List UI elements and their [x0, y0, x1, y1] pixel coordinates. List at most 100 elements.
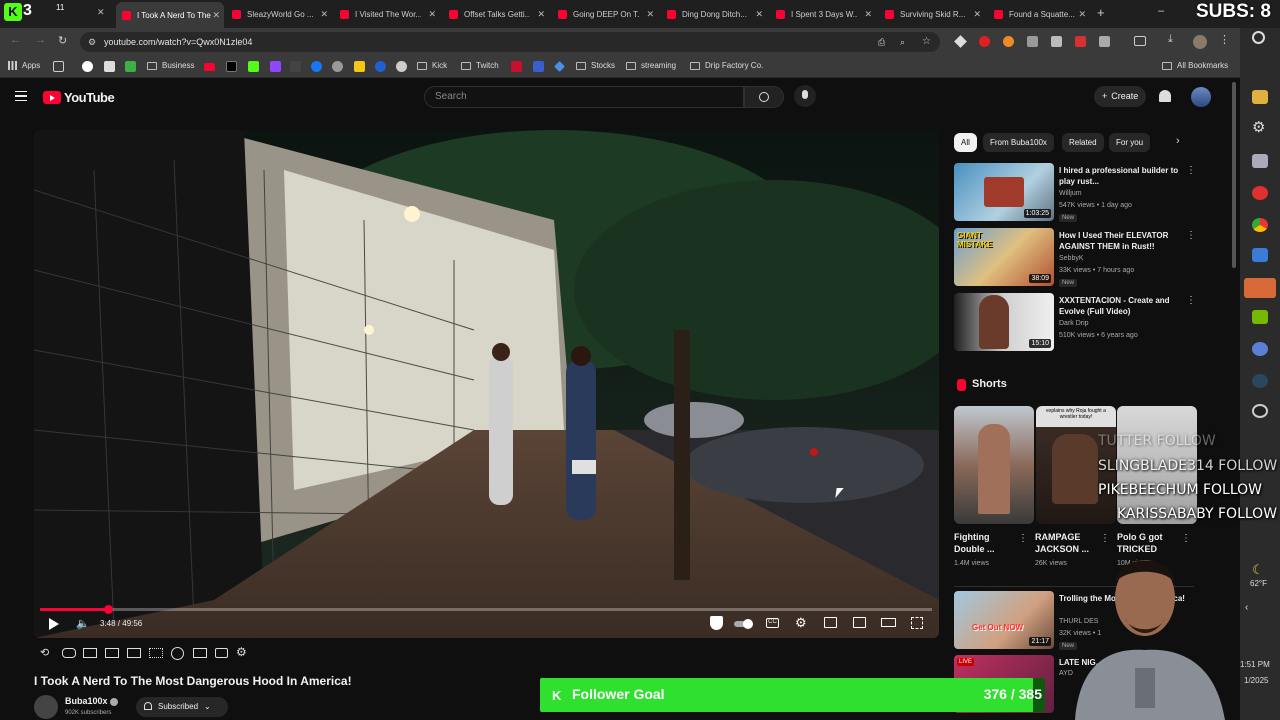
bookmark-icon[interactable]: [375, 61, 386, 72]
extension-icon[interactable]: [1051, 36, 1062, 47]
hamburger-menu-icon[interactable]: [15, 91, 27, 101]
app-icon[interactable]: [1252, 186, 1268, 200]
progress-track[interactable]: [40, 608, 932, 611]
more-options-icon[interactable]: ⋮: [1186, 295, 1196, 306]
tab[interactable]: Ding Dong Ditch... ✕: [661, 4, 767, 24]
chip-related[interactable]: Related: [1062, 133, 1104, 152]
video-thumbnail[interactable]: 1:03:25: [954, 163, 1054, 221]
bookmark-drip-factory[interactable]: Drip Factory Co.: [690, 61, 763, 70]
speed-gauge-icon[interactable]: [171, 647, 184, 660]
audio-wave-icon[interactable]: [62, 648, 76, 658]
recommendation-channel[interactable]: SebbyK: [1059, 255, 1084, 262]
tab[interactable]: I Visited The Wor... ✕: [334, 4, 440, 24]
extensions-puzzle-icon[interactable]: [1099, 36, 1110, 47]
sponsor-shield-icon[interactable]: [710, 616, 723, 630]
recommendation-title[interactable]: How I Used Their ELEVATOR AGAINST THEM i…: [1059, 230, 1189, 252]
chip-for-you[interactable]: For you: [1109, 133, 1151, 152]
url-field[interactable]: ⚙ youtube.com/watch?v=Qwx0N1zle04 ⎙ ⌕ ☆: [80, 32, 940, 52]
minimize-button[interactable]: –: [1158, 5, 1164, 17]
bookmark-icon[interactable]: [396, 61, 407, 72]
miniplayer-icon[interactable]: [824, 617, 837, 628]
bookmark-kick[interactable]: Kick: [417, 61, 447, 70]
bookmark-icon[interactable]: [332, 61, 343, 72]
tab-search-icon[interactable]: [1134, 36, 1146, 46]
chip-all[interactable]: All: [954, 133, 977, 152]
chrome-icon[interactable]: [1252, 218, 1268, 232]
channel-name[interactable]: Buba100x: [65, 696, 108, 706]
steam-icon[interactable]: [1252, 374, 1268, 388]
settings-gear-icon[interactable]: ⚙: [795, 615, 807, 631]
bookmark-twitch[interactable]: Twitch: [461, 61, 499, 70]
play-button[interactable]: [49, 618, 59, 630]
new-tab-button[interactable]: +: [1097, 5, 1105, 20]
close-tab-icon[interactable]: ✕: [646, 9, 654, 20]
search-icon[interactable]: [1252, 31, 1265, 44]
recommendation-channel[interactable]: Dark Drip: [1059, 320, 1089, 327]
bookmark-star-icon[interactable]: ☆: [922, 32, 931, 52]
close-tab-icon[interactable]: ✕: [428, 9, 436, 20]
bookmark-apps[interactable]: Apps: [8, 61, 40, 70]
bookmark-icon[interactable]: [290, 61, 301, 72]
bookmark-icon[interactable]: [354, 61, 365, 72]
bookmark-icon[interactable]: [125, 61, 136, 72]
tab[interactable]: Offset Talks Getti... ✕: [443, 4, 549, 24]
recommendation-item[interactable]: 15:10 XXXTENTACION - Create and Evolve (…: [954, 293, 1234, 353]
app-icon[interactable]: [1252, 154, 1268, 168]
bookmark-icon[interactable]: [554, 61, 565, 72]
recommendation-item[interactable]: 1:03:25 I hired a professional builder t…: [954, 163, 1234, 223]
more-options-icon[interactable]: ⋮: [1018, 533, 1028, 544]
extension-icon[interactable]: [979, 36, 990, 47]
close-icon[interactable]: ✕: [97, 7, 105, 18]
tab[interactable]: Found a Squatte... ✕: [988, 4, 1090, 24]
x-bookmark-icon[interactable]: [226, 61, 237, 72]
bookmark-icon[interactable]: [511, 61, 522, 72]
nvidia-icon[interactable]: [1252, 310, 1268, 324]
install-icon[interactable]: ⎙: [878, 32, 885, 52]
tab[interactable]: Going DEEP On T... ✕: [552, 4, 658, 24]
close-tab-icon[interactable]: ✕: [755, 9, 763, 20]
subscribed-button[interactable]: Subscribed ⌄: [136, 697, 228, 717]
search-button[interactable]: [744, 86, 784, 108]
short-title[interactable]: Fighting Double ...: [954, 531, 1020, 555]
zoom-icon[interactable]: ⌕: [900, 32, 905, 52]
extension-icon[interactable]: [1027, 36, 1038, 47]
bookmark-icon[interactable]: [533, 61, 544, 72]
youtube-logo[interactable]: YouTube: [43, 90, 115, 105]
tab[interactable]: Surviving Skid R... ✕: [879, 4, 985, 24]
google-icon[interactable]: [82, 61, 93, 72]
forward-icon[interactable]: →: [35, 34, 46, 46]
app-icon[interactable]: [1252, 342, 1268, 356]
site-info-icon[interactable]: ⚙: [88, 32, 96, 52]
filter-icon[interactable]: [105, 648, 119, 658]
close-tab-icon[interactable]: ✕: [320, 9, 328, 20]
account-avatar[interactable]: [1191, 87, 1211, 107]
chip-from-channel[interactable]: From Buba100x: [983, 133, 1054, 152]
chevron-left-icon[interactable]: ‹: [1245, 602, 1248, 613]
cinema-icon[interactable]: [83, 648, 97, 658]
gear-icon[interactable]: ⚙: [1252, 118, 1265, 136]
bookmark-streaming[interactable]: streaming: [626, 61, 676, 70]
volume-icon[interactable]: 🔈: [76, 617, 90, 630]
gear-icon[interactable]: ⚙: [236, 645, 247, 659]
close-tab-icon[interactable]: ✕: [864, 9, 872, 20]
close-tab-icon[interactable]: ✕: [973, 9, 981, 20]
kick-bookmark-icon[interactable]: [248, 61, 259, 72]
more-options-icon[interactable]: ⋮: [1186, 165, 1196, 176]
chevron-right-icon[interactable]: ›: [1176, 135, 1180, 147]
download-icon[interactable]: ⤓: [1168, 33, 1173, 46]
youtube-bookmark-icon[interactable]: [204, 63, 215, 71]
video-player[interactable]: 🔈 3:48 / 49:56 CC ⚙: [34, 130, 939, 638]
recommendation-channel[interactable]: Willjum: [1059, 190, 1082, 197]
profile-avatar[interactable]: [1193, 35, 1207, 49]
bookmark-stocks[interactable]: Stocks: [576, 61, 615, 70]
recommendation-title[interactable]: I hired a professional builder to play r…: [1059, 165, 1189, 187]
camera-icon[interactable]: [215, 648, 228, 658]
twitch-bookmark-icon[interactable]: [270, 61, 281, 72]
folder-icon[interactable]: [1252, 90, 1268, 104]
bookmark-all[interactable]: All Bookmarks: [1162, 61, 1228, 70]
more-options-icon[interactable]: ⋮: [1186, 230, 1196, 241]
short-thumbnail[interactable]: [954, 406, 1034, 524]
extension-icon[interactable]: [1003, 36, 1014, 47]
progress-scrubber[interactable]: [103, 605, 113, 614]
tab-active-video[interactable]: I Took A Nerd To The Most...✕: [116, 2, 224, 28]
